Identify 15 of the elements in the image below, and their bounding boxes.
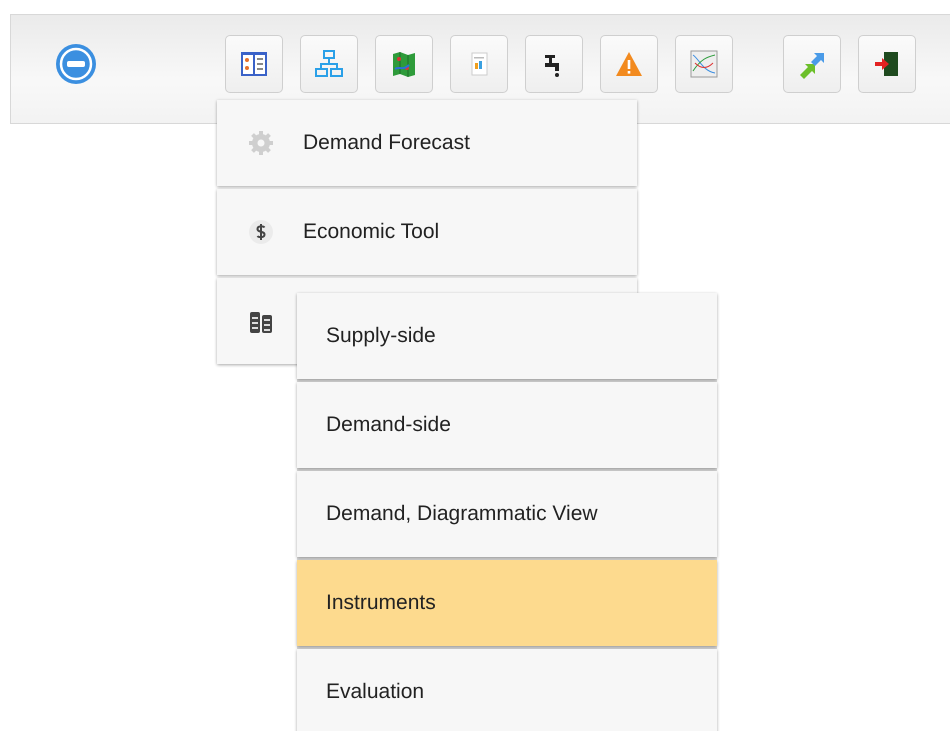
toolbar-button[interactable] bbox=[858, 35, 916, 93]
line-chart-icon bbox=[689, 49, 719, 79]
dollar-icon bbox=[247, 218, 275, 246]
hierarchy-icon bbox=[314, 49, 344, 79]
submenu-item[interactable]: Evaluation bbox=[297, 649, 717, 731]
toolbar-button[interactable] bbox=[525, 35, 583, 93]
submenu-item[interactable]: Demand, Diagrammatic View bbox=[297, 471, 717, 557]
collapse-icon[interactable] bbox=[55, 43, 97, 85]
submenu-item[interactable]: Supply-side bbox=[297, 293, 717, 379]
submenu-item[interactable]: Demand-side bbox=[297, 382, 717, 468]
panel-icon bbox=[239, 49, 269, 79]
gear-icon bbox=[247, 129, 275, 157]
submenu-item[interactable]: Instruments bbox=[297, 560, 717, 646]
menu-item[interactable]: Economic Tool bbox=[217, 189, 637, 275]
menu-item[interactable]: Demand Forecast bbox=[217, 100, 637, 186]
